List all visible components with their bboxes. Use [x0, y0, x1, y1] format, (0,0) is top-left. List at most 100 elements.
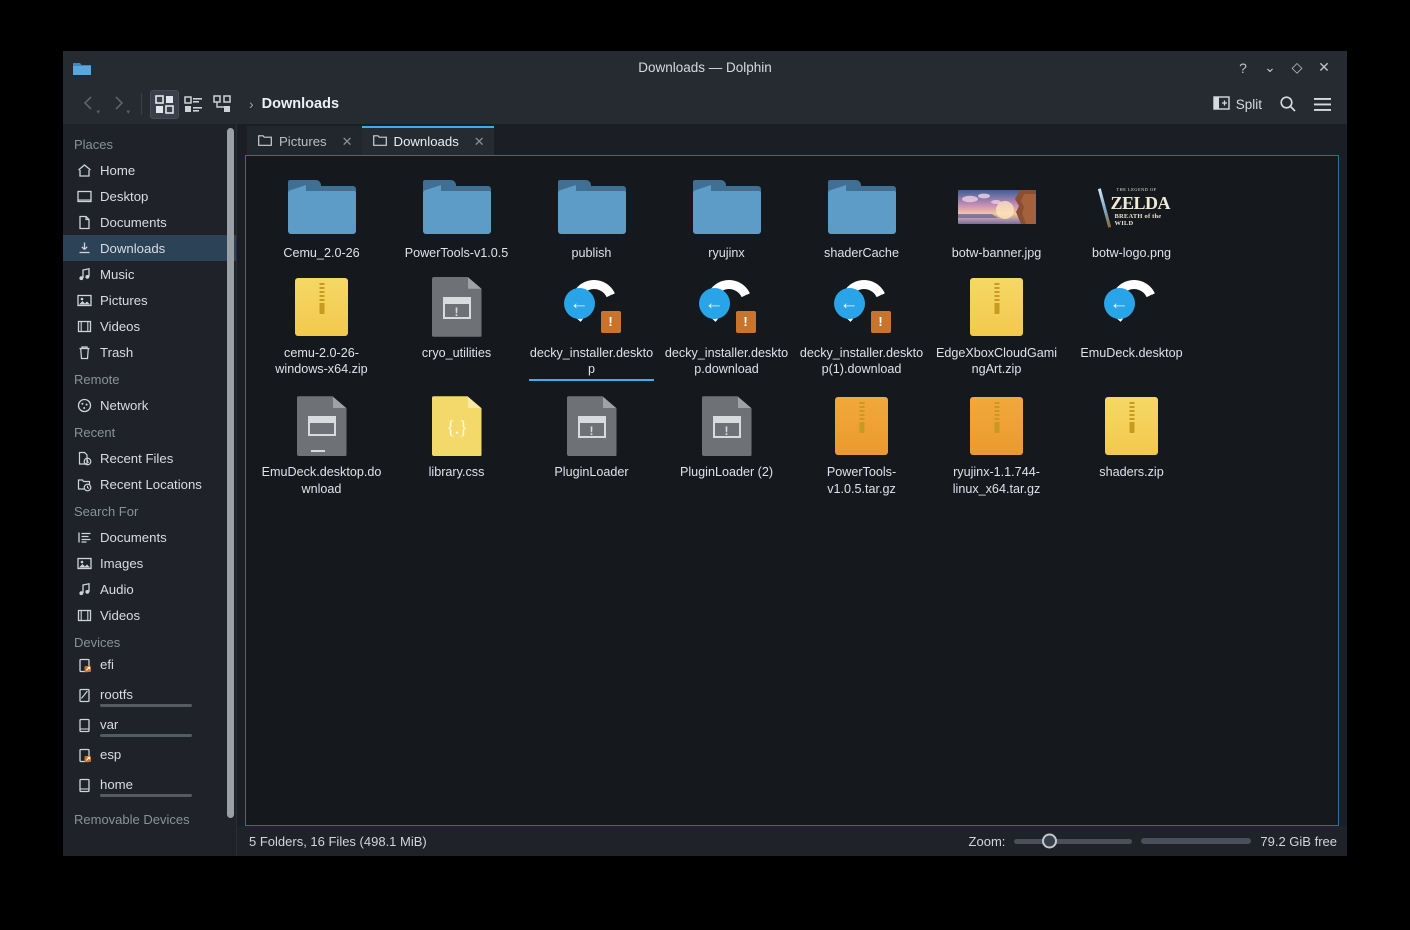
- file-item[interactable]: PowerTools-v1.0.5: [389, 170, 524, 270]
- sidebar-item-audio[interactable]: Audio: [63, 576, 237, 602]
- maximize-button[interactable]: ◇: [1284, 55, 1310, 81]
- sidebar-device-rootfs[interactable]: rootfs: [63, 685, 237, 715]
- search-icon[interactable]: [1273, 90, 1303, 118]
- sidebar-divider: [236, 124, 237, 856]
- file-item[interactable]: ←! decky_installer.desktop(1).download: [794, 270, 929, 389]
- sidebar-device-efi[interactable]: efi: [63, 655, 237, 685]
- sidebar-item-label: Trash: [100, 344, 134, 360]
- file-thumbnail: ←: [1068, 276, 1195, 338]
- help-button[interactable]: ?: [1230, 55, 1256, 81]
- places-sidebar: Places Home Desktop Documents Downloads Music…: [63, 124, 237, 856]
- file-item[interactable]: ←! decky_installer.desktop: [524, 270, 659, 389]
- sidebar-section-header: Places: [74, 137, 114, 152]
- file-item[interactable]: EmuDeck.desktop.download: [254, 389, 389, 505]
- file-item[interactable]: shaderCache: [794, 170, 929, 270]
- file-item[interactable]: cemu-2.0-26-windows-x64.zip: [254, 270, 389, 389]
- file-item[interactable]: EdgeXboxCloudGamingArt.zip: [929, 270, 1064, 389]
- music-note-icon: [76, 266, 92, 282]
- compact-view-button[interactable]: [179, 90, 208, 119]
- drive-harddisk-icon: [76, 717, 92, 733]
- document-icon: [76, 214, 92, 230]
- sidebar-item-label: Desktop: [100, 188, 149, 204]
- sidebar-device-esp[interactable]: esp: [63, 745, 237, 775]
- file-view-area[interactable]: Cemu_2.0-26 PowerTools-v1.0.5 publish ryuji…: [245, 155, 1339, 826]
- sidebar-item-desktop[interactable]: Desktop: [63, 183, 237, 209]
- file-item[interactable]: ←! decky_installer.desktop.download: [659, 270, 794, 389]
- tab-downloads[interactable]: Downloads ✕: [361, 126, 494, 155]
- back-dropdown-caret[interactable]: ▾: [96, 109, 100, 116]
- sidebar-scrollbar[interactable]: [227, 128, 234, 818]
- file-item[interactable]: ryujinx: [659, 170, 794, 270]
- file-item[interactable]: shaders.zip: [1064, 389, 1199, 505]
- details-view-button[interactable]: [208, 90, 237, 119]
- recent-file-icon: [76, 450, 92, 466]
- sidebar-item-home[interactable]: Home: [63, 157, 237, 183]
- hamburger-menu-icon[interactable]: [1307, 90, 1337, 118]
- zoom-slider[interactable]: [1014, 833, 1133, 849]
- file-thumbnail: !: [663, 395, 790, 457]
- sidebar-item-label: Recent Files: [100, 450, 174, 466]
- device-info: var: [100, 717, 192, 737]
- file-item[interactable]: Cemu_2.0-26: [254, 170, 389, 270]
- file-item[interactable]: ! PluginLoader (2): [659, 389, 794, 505]
- sidebar-item-music[interactable]: Music: [63, 261, 237, 287]
- file-item[interactable]: botw-banner.jpg: [929, 170, 1064, 270]
- icons-view-button[interactable]: [150, 89, 179, 119]
- tab-folder-icon: [372, 134, 387, 150]
- zoom-controls: Zoom: 79.2 GiB free: [969, 833, 1337, 849]
- network-icon: [76, 397, 92, 413]
- sidebar-item-videos[interactable]: Videos: [63, 602, 237, 628]
- sidebar-item-recent-files[interactable]: Recent Files: [63, 445, 237, 471]
- file-thumbnail: [798, 395, 925, 457]
- sidebar-item-pictures[interactable]: Pictures: [63, 287, 237, 313]
- file-item[interactable]: {.} library.css: [389, 389, 524, 505]
- zoom-slider-handle[interactable]: [1041, 833, 1057, 849]
- file-item[interactable]: publish: [524, 170, 659, 270]
- forward-button[interactable]: ▾: [103, 90, 133, 118]
- sidebar-device-var[interactable]: var: [63, 715, 237, 745]
- file-item[interactable]: PowerTools-v1.0.5.tar.gz: [794, 389, 929, 505]
- tab-label: Pictures: [279, 134, 327, 149]
- sidebar-item-documents[interactable]: Documents: [63, 209, 237, 235]
- close-button[interactable]: ✕: [1311, 55, 1337, 81]
- file-thumbnail: [1068, 395, 1195, 457]
- forward-dropdown-caret[interactable]: ▾: [126, 109, 130, 116]
- sidebar-device-home[interactable]: home: [63, 775, 237, 805]
- file-name-label: ryujinx: [708, 246, 745, 260]
- sidebar-item-documents[interactable]: Documents: [63, 524, 237, 550]
- zip-archive-icon: [295, 277, 348, 336]
- toolbar: ▾ ▾ › Downloads Split: [63, 84, 1347, 124]
- breadcrumb-current[interactable]: Downloads: [262, 96, 339, 112]
- drive-harddisk-root-icon: [76, 687, 92, 703]
- split-button[interactable]: Split: [1206, 91, 1269, 118]
- file-item[interactable]: ← EmuDeck.desktop: [1064, 270, 1199, 389]
- tab-close-button[interactable]: ✕: [334, 134, 353, 150]
- file-name-label: ryujinx-1.1.744-linux_x64.tar.gz: [952, 465, 1041, 496]
- sidebar-item-recent-locations[interactable]: Recent Locations: [63, 471, 237, 497]
- sidebar-section-header-removable: Removable Devices: [74, 812, 190, 827]
- download-warning-file-icon: ←!: [831, 278, 893, 336]
- back-button[interactable]: ▾: [73, 90, 103, 118]
- sidebar-item-label: Home: [100, 162, 136, 178]
- file-thumbnail: [393, 176, 520, 238]
- file-item[interactable]: ! cryo_utilities: [389, 270, 524, 389]
- sidebar-section-header: Remote: [74, 372, 120, 387]
- sidebar-item-videos[interactable]: Videos: [63, 313, 237, 339]
- file-name-label: decky_installer.desktop(1).download: [799, 345, 924, 377]
- toolbar-divider: [141, 93, 142, 115]
- tab-close-button[interactable]: ✕: [466, 134, 485, 150]
- file-thumbnail: ←!: [798, 276, 925, 338]
- minimize-button[interactable]: ⌄: [1257, 55, 1283, 81]
- sidebar-item-trash[interactable]: Trash: [63, 339, 237, 365]
- dolphin-window: Downloads — Dolphin ? ⌄ ◇ ✕ ▾ ▾ › Downlo…: [63, 51, 1347, 856]
- targz-archive-icon: [970, 397, 1023, 456]
- tab-pictures[interactable]: Pictures ✕: [247, 126, 362, 155]
- sidebar-item-network[interactable]: Network: [63, 392, 237, 418]
- sidebar-section-header-devices: Devices: [74, 635, 121, 650]
- sidebar-item-downloads[interactable]: Downloads: [63, 235, 237, 261]
- sidebar-item-images[interactable]: Images: [63, 550, 237, 576]
- file-item[interactable]: THE LEGEND OF ZELDA BREATH of the WILD botw…: [1064, 170, 1199, 270]
- file-item[interactable]: ryujinx-1.1.744-linux_x64.tar.gz: [929, 389, 1064, 505]
- file-item[interactable]: ! PluginLoader: [524, 389, 659, 505]
- zip-archive-icon: [1105, 397, 1158, 456]
